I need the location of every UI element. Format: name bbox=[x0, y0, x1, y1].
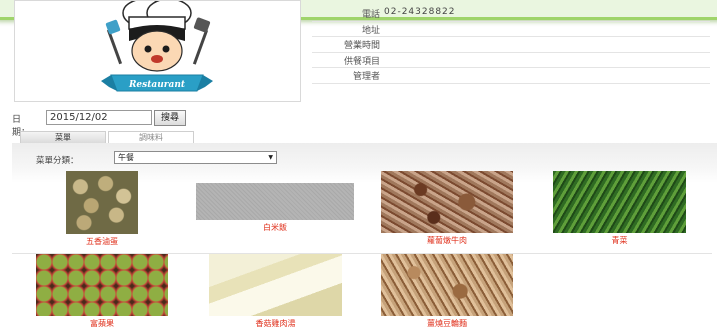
restaurant-logo-panel: Restaurant bbox=[14, 0, 301, 102]
dish-photo bbox=[381, 171, 513, 233]
chef-logo: Restaurant bbox=[101, 1, 213, 92]
search-button[interactable]: 搜尋 bbox=[154, 110, 186, 126]
info-label: 地址 bbox=[361, 25, 380, 36]
info-label: 營業時間 bbox=[343, 41, 380, 51]
dish-item[interactable]: 香菇雞肉湯 bbox=[209, 254, 342, 329]
info-label: 供餐項目 bbox=[343, 56, 380, 67]
info-row-phone: 電話 02-24328822 bbox=[312, 6, 710, 22]
info-label: 電話 bbox=[361, 10, 380, 20]
logo-text: Restaurant bbox=[128, 80, 186, 90]
dish-name: 青菜 bbox=[611, 236, 628, 245]
info-label: 管理者 bbox=[352, 72, 380, 82]
dish-photo bbox=[36, 254, 168, 316]
dish-item[interactable]: 青菜 bbox=[553, 171, 686, 246]
dish-item[interactable]: 白米飯 bbox=[196, 183, 354, 233]
dish-name: 五香滷蛋 bbox=[86, 237, 118, 246]
info-row-menu-items: 供餐項目 bbox=[312, 53, 710, 68]
dish-name: 富蘋果 bbox=[90, 319, 114, 328]
category-select[interactable]: 午餐 ▼ bbox=[114, 151, 277, 164]
dish-name: 蘿蔔燉牛肉 bbox=[427, 236, 467, 245]
date-input[interactable] bbox=[46, 110, 152, 125]
info-row-address: 地址 bbox=[312, 22, 710, 37]
tab-bar: 菜單 調味料 bbox=[12, 129, 712, 144]
category-selected-value: 午餐 bbox=[118, 153, 134, 162]
dish-photo bbox=[553, 171, 686, 233]
dish-photo bbox=[66, 171, 138, 234]
dish-name: 薑燒豆輪麵 bbox=[427, 319, 467, 328]
dish-item[interactable]: 五香滷蛋 bbox=[66, 171, 138, 247]
dish-name: 白米飯 bbox=[263, 223, 287, 232]
dish-item[interactable]: 蘿蔔燉牛肉 bbox=[381, 171, 513, 246]
category-label: 菜單分類： bbox=[36, 156, 79, 166]
restaurant-info-table: 電話 02-24328822 地址 營業時間 供餐項目 管理者 bbox=[312, 6, 710, 84]
dish-photo bbox=[196, 183, 354, 220]
dish-item[interactable]: 富蘋果 bbox=[36, 254, 168, 329]
dish-name: 香菇雞肉湯 bbox=[255, 319, 296, 328]
dish-photo bbox=[209, 254, 342, 316]
dropdown-arrow-icon: ▼ bbox=[268, 154, 273, 161]
dish-photo bbox=[381, 254, 513, 316]
info-row-manager: 管理者 bbox=[312, 68, 710, 84]
info-row-hours: 營業時間 bbox=[312, 37, 710, 53]
dish-item[interactable]: 薑燒豆輪麵 bbox=[381, 254, 513, 329]
info-value: 02-24328822 bbox=[384, 7, 456, 17]
